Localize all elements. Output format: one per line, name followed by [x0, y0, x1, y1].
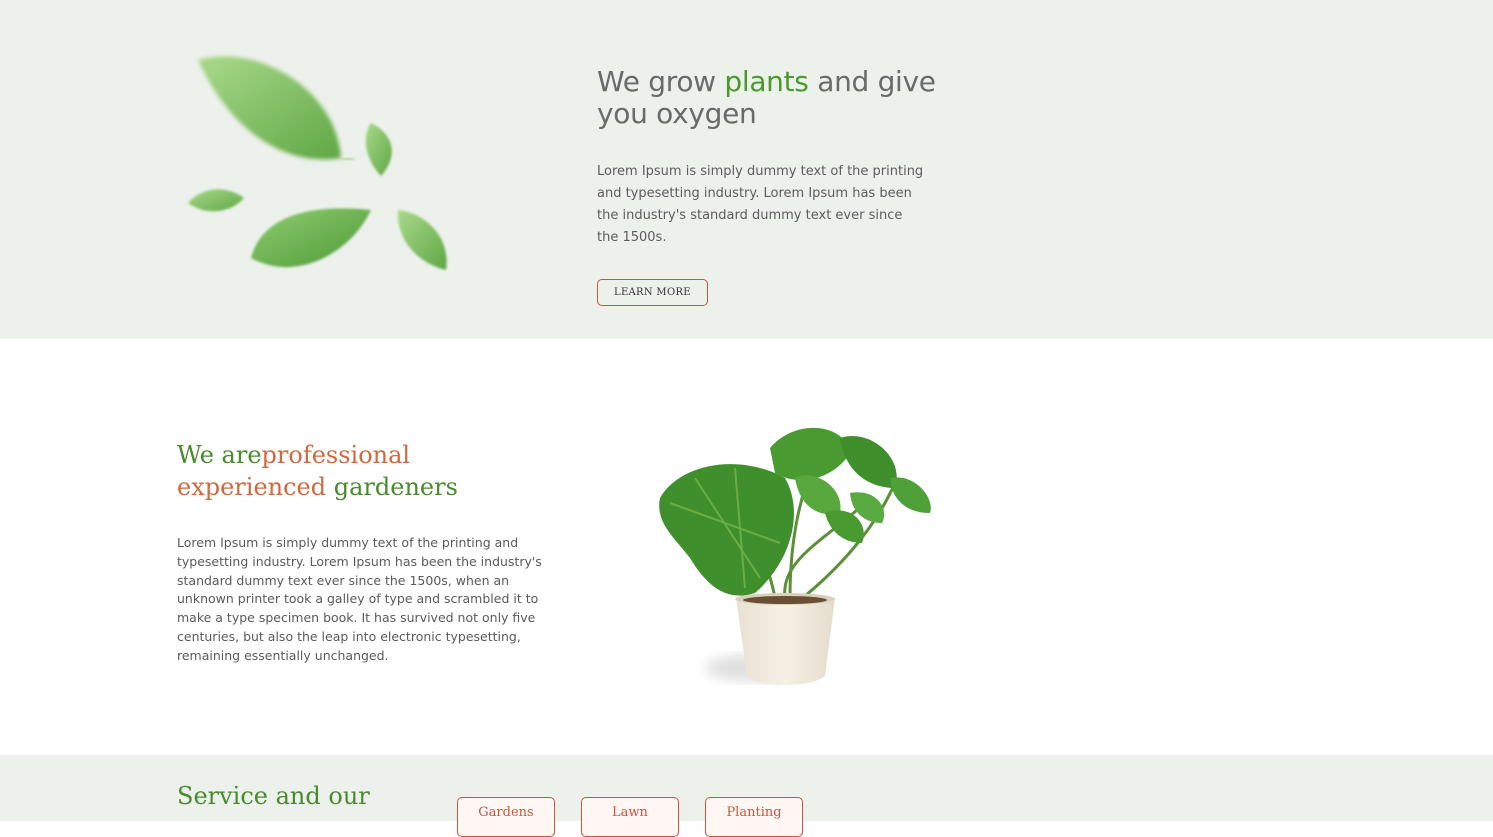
- hero-title-part1: We grow: [597, 65, 725, 98]
- about-description: Lorem Ipsum is simply dummy text of the …: [177, 535, 542, 663]
- about-content: We areprofessional experienced gardeners…: [177, 439, 557, 666]
- tab-gardens[interactable]: Gardens: [457, 797, 555, 837]
- about-title: We areprofessional experienced gardeners: [177, 439, 557, 503]
- tab-lawn[interactable]: Lawn: [581, 797, 679, 837]
- hero-content: We grow plants and give you oxygen Lorem…: [597, 66, 957, 306]
- tab-planting[interactable]: Planting: [705, 797, 803, 837]
- learn-more-button[interactable]: LEARN MORE: [597, 279, 708, 306]
- hero-title-accent: plants: [724, 65, 809, 98]
- about-title-part1: We are: [177, 441, 262, 469]
- about-title-part2: gardeners: [326, 473, 458, 501]
- services-title: Service and our: [177, 782, 370, 810]
- hero-section: We grow plants and give you oxygen Lorem…: [0, 0, 1493, 339]
- floating-leaves-illustration: [188, 56, 447, 270]
- potted-plant-image: [659, 427, 931, 685]
- hero-title: We grow plants and give you oxygen: [597, 66, 957, 130]
- hero-description: Lorem Ipsum is simply dummy text of the …: [597, 164, 924, 245]
